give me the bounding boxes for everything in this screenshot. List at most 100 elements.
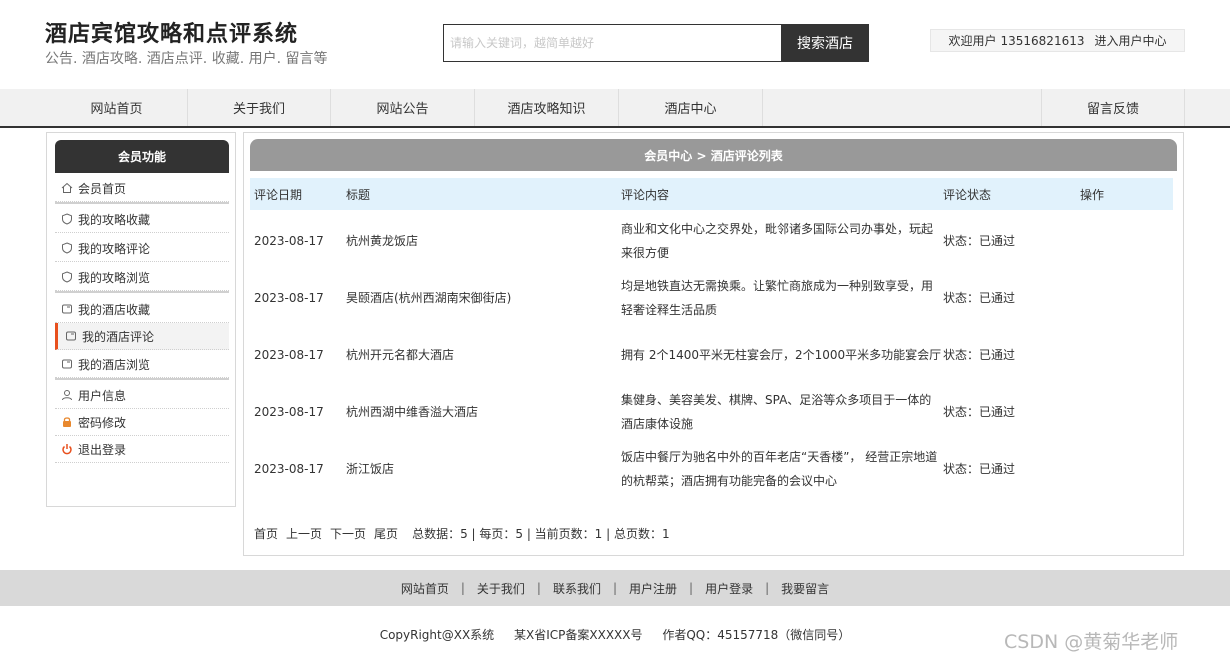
- username: 13516821613: [1000, 33, 1085, 48]
- nav-item-hotels[interactable]: 酒店中心: [619, 89, 763, 126]
- comment-status: 状态：已通过: [943, 462, 1016, 476]
- hotel-title[interactable]: 昊颐酒店(杭州西湖南宋御街店): [346, 269, 511, 326]
- column-header: 标题: [346, 187, 371, 202]
- sidebar-divider: [55, 291, 229, 293]
- main-panel: 会员中心 > 酒店评论列表 评论日期 标题 评论内容 评论状态 操作 2023-…: [243, 132, 1184, 556]
- sidebar-item-password[interactable]: 密码修改: [55, 409, 229, 436]
- hotel-icon: [60, 302, 74, 316]
- site-header: 酒店宾馆攻略和点评系统 公告. 酒店攻略. 酒店点评. 收藏. 用户. 留言等 …: [0, 0, 1230, 89]
- table-row: 2023-08-17 昊颐酒店(杭州西湖南宋御街店) 均是地铁直达无需换乘。让繁…: [250, 269, 1173, 326]
- hotel-title[interactable]: 杭州西湖中维香溢大酒店: [346, 383, 478, 440]
- comment-date: 2023-08-17: [254, 347, 324, 362]
- breadcrumb: 会员中心 > 酒店评论列表: [250, 139, 1177, 171]
- comment-status: 状态：已通过: [943, 234, 1016, 248]
- search-input[interactable]: [444, 25, 781, 61]
- pager-last-link[interactable]: 尾页: [374, 525, 398, 542]
- sidebar-divider: [55, 202, 229, 204]
- table-header: 评论日期 标题 评论内容 评论状态 操作: [250, 178, 1173, 210]
- lock-icon: [60, 415, 74, 429]
- search-hotel-button[interactable]: 搜索酒店: [781, 24, 869, 62]
- column-header: 评论状态: [943, 187, 992, 202]
- footer-separator: |: [765, 581, 770, 595]
- pager-first-link[interactable]: 首页: [254, 525, 278, 542]
- hotel-title[interactable]: 浙江饭店: [346, 440, 394, 497]
- home-icon: [60, 181, 74, 195]
- user-welcome-bar: 欢迎用户 13516821613 进入用户中心: [930, 29, 1185, 52]
- table-row: 2023-08-17 杭州黄龙饭店 商业和文化中心之交界处，毗邻诸多国际公司办事…: [250, 212, 1173, 269]
- comment-date: 2023-08-17: [254, 290, 324, 305]
- user-icon: [60, 388, 74, 402]
- nav-item-notice[interactable]: 网站公告: [331, 89, 475, 126]
- nav-item-about[interactable]: 关于我们: [188, 89, 331, 126]
- column-header: 操作: [1080, 187, 1105, 202]
- sidebar-item-label: 我的酒店评论: [82, 329, 155, 344]
- sidebar-item-guide-favorites[interactable]: 我的攻略收藏: [55, 206, 229, 233]
- table-row: 2023-08-17 杭州开元名都大酒店 拥有 2个1400平米无柱宴会厅，2个…: [250, 326, 1173, 383]
- shield-icon: [60, 241, 74, 255]
- shield-icon: [60, 212, 74, 226]
- hotel-title[interactable]: 杭州开元名都大酒店: [346, 326, 454, 383]
- comment-status: 状态：已通过: [943, 348, 1016, 362]
- search-box[interactable]: [443, 24, 782, 62]
- sidebar-item-hotel-favorites[interactable]: 我的酒店收藏: [55, 296, 229, 323]
- sidebar-item-member-home[interactable]: 会员首页: [55, 175, 229, 202]
- sidebar-item-label: 我的酒店浏览: [78, 357, 151, 372]
- hotel-title[interactable]: 杭州黄龙饭店: [346, 212, 418, 269]
- comment-content: 商业和文化中心之交界处，毗邻诸多国际公司办事处，玩起来很方便: [621, 221, 934, 260]
- comment-status: 状态：已通过: [943, 405, 1016, 419]
- sidebar-item-label: 密码修改: [78, 415, 127, 430]
- sidebar-item-label: 我的攻略收藏: [78, 212, 151, 227]
- comment-date: 2023-08-17: [254, 404, 324, 419]
- table-row: 2023-08-17 杭州西湖中维香溢大酒店 集健身、美容美发、棋牌、SPA、足…: [250, 383, 1173, 440]
- site-title[interactable]: 酒店宾馆攻略和点评系统: [45, 16, 298, 48]
- comment-date: 2023-08-17: [254, 461, 324, 476]
- comment-date: 2023-08-17: [254, 233, 324, 248]
- sidebar-item-label: 我的攻略浏览: [78, 270, 151, 285]
- power-icon: [60, 442, 74, 456]
- footer-link-register[interactable]: 用户注册: [629, 580, 677, 597]
- welcome-label: 欢迎用户: [948, 34, 997, 48]
- sidebar-item-guide-history[interactable]: 我的攻略浏览: [55, 264, 229, 291]
- footer-separator: |: [460, 581, 465, 595]
- footer-link-contact[interactable]: 联系我们: [553, 580, 601, 597]
- footer-separator: |: [536, 581, 541, 595]
- sidebar-item-hotel-history[interactable]: 我的酒店浏览: [55, 351, 229, 378]
- sidebar-item-label: 我的攻略评论: [78, 241, 151, 256]
- table-row: 2023-08-17 浙江饭店 饭店中餐厅为驰名中外的百年老店“天香楼”， 经营…: [250, 440, 1173, 497]
- nav-item-home[interactable]: 网站首页: [46, 89, 188, 126]
- footer-link-login[interactable]: 用户登录: [705, 580, 753, 597]
- sidebar-item-user-info[interactable]: 用户信息: [55, 382, 229, 409]
- sidebar-title: 会员功能: [55, 140, 229, 173]
- sidebar-item-hotel-comments[interactable]: 我的酒店评论: [55, 323, 229, 350]
- comment-content: 饭店中餐厅为驰名中外的百年老店“天香楼”， 经营正宗地道的杭帮菜；酒店拥有功能完…: [621, 449, 938, 488]
- nav-item-guide[interactable]: 酒店攻略知识: [475, 89, 619, 126]
- pager-next-link[interactable]: 下一页: [330, 525, 366, 542]
- sidebar-item-label: 退出登录: [78, 442, 127, 457]
- footer-separator: |: [689, 581, 694, 595]
- hotel-icon: [60, 357, 74, 371]
- shield-icon: [60, 270, 74, 284]
- pager-prev-link[interactable]: 上一页: [286, 525, 322, 542]
- main-nav: 网站首页 关于我们 网站公告 酒店攻略知识 酒店中心 留言反馈: [0, 89, 1230, 128]
- pagination: 首页 上一页 下一页 尾页 总数据：5 | 每页：5 | 当前页数：1 | 总页…: [254, 525, 678, 542]
- sidebar-divider: [55, 378, 229, 380]
- footer-link-home[interactable]: 网站首页: [401, 580, 449, 597]
- sidebar-item-label: 用户信息: [78, 388, 127, 403]
- user-center-link[interactable]: 进入用户中心: [1094, 32, 1166, 49]
- comment-content: 集健身、美容美发、棋牌、SPA、足浴等众多项目于一体的酒店康体设施: [621, 392, 932, 431]
- hotel-icon: [64, 329, 78, 343]
- column-header: 评论内容: [621, 187, 670, 202]
- nav-item-feedback[interactable]: 留言反馈: [1041, 89, 1185, 126]
- sidebar-item-logout[interactable]: 退出登录: [55, 436, 229, 463]
- site-subtitle: 公告. 酒店攻略. 酒店点评. 收藏. 用户. 留言等: [45, 51, 328, 67]
- comment-content: 均是地铁直达无需换乘。让繁忙商旅成为一种别致享受，用轻奢诠释生活品质: [621, 278, 934, 317]
- footer-link-about[interactable]: 关于我们: [477, 580, 525, 597]
- icp-text: 某X省ICP备案XXXXX号: [514, 628, 643, 642]
- sidebar-item-guide-comments[interactable]: 我的攻略评论: [55, 235, 229, 262]
- copyright-text: CopyRight@XX系统: [379, 628, 495, 642]
- column-header: 评论日期: [254, 187, 303, 202]
- comment-content: 拥有 2个1400平米无柱宴会厅，2个1000平米多功能宴会厅: [621, 347, 942, 362]
- footer-separator: |: [612, 581, 618, 595]
- sidebar-item-label: 我的酒店收藏: [78, 302, 151, 317]
- footer-link-message[interactable]: 我要留言: [781, 580, 829, 597]
